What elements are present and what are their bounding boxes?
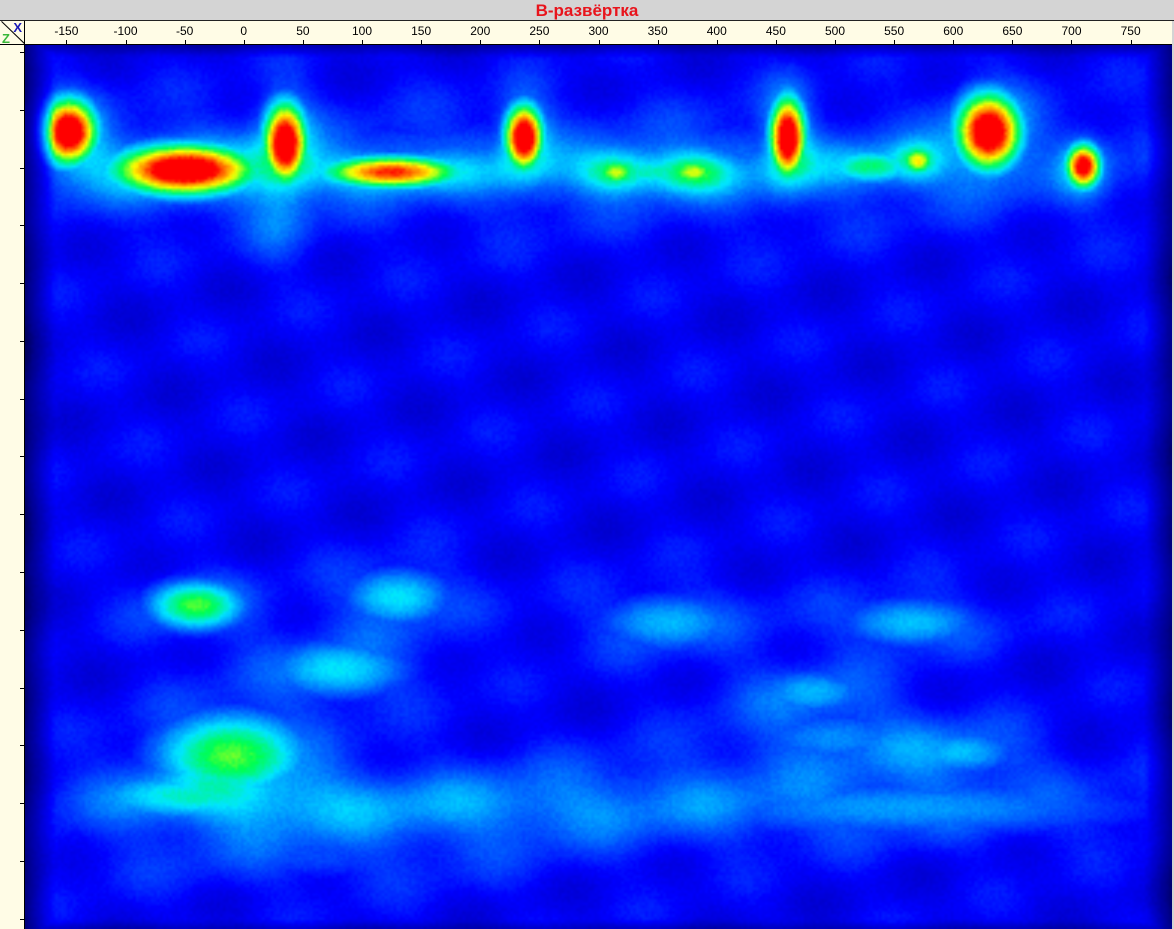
z-tick-mark bbox=[20, 745, 24, 746]
x-tick-mark bbox=[244, 40, 245, 44]
x-tick-label: -50 bbox=[176, 24, 193, 38]
x-tick-mark bbox=[421, 40, 422, 44]
x-tick-label: 50 bbox=[296, 24, 309, 38]
x-tick-label: -150 bbox=[54, 24, 78, 38]
z-tick-mark bbox=[20, 110, 24, 111]
x-tick-label: 550 bbox=[884, 24, 904, 38]
x-tick-label: 100 bbox=[352, 24, 372, 38]
x-tick-label: 750 bbox=[1121, 24, 1141, 38]
x-tick-mark bbox=[1071, 40, 1072, 44]
x-tick-label: 650 bbox=[1002, 24, 1022, 38]
x-tick-label: -100 bbox=[113, 24, 137, 38]
x-tick-label: 700 bbox=[1061, 24, 1081, 38]
x-tick-mark bbox=[1012, 40, 1013, 44]
x-tick-mark bbox=[362, 40, 363, 44]
z-tick-mark bbox=[20, 688, 24, 689]
z-axis: 0501001502002503003504004505005506006507… bbox=[0, 45, 25, 929]
z-tick-mark bbox=[20, 225, 24, 226]
x-tick-mark bbox=[1131, 40, 1132, 44]
x-tick-label: 450 bbox=[766, 24, 786, 38]
z-tick-mark bbox=[20, 341, 24, 342]
z-tick-mark bbox=[20, 919, 24, 920]
x-tick-mark bbox=[658, 40, 659, 44]
chart-title: B-развёртка bbox=[0, 1, 1174, 20]
z-tick-mark bbox=[20, 283, 24, 284]
x-tick-mark bbox=[599, 40, 600, 44]
z-tick-mark bbox=[20, 52, 24, 53]
z-tick-mark bbox=[20, 803, 24, 804]
b-scan-window: B-развёртка X Z -150-100-500501001502002… bbox=[0, 0, 1174, 929]
heatmap-canvas[interactable] bbox=[25, 45, 1172, 929]
x-tick-mark bbox=[126, 40, 127, 44]
x-tick-mark bbox=[953, 40, 954, 44]
z-tick-mark bbox=[20, 630, 24, 631]
x-tick-label: 500 bbox=[825, 24, 845, 38]
z-tick-mark bbox=[20, 168, 24, 169]
x-axis: -150 -100 -50 0 50 100 150 200 250 300 350 400 450 50… bbox=[25, 21, 1172, 45]
axis-corner: X Z bbox=[0, 21, 25, 45]
x-tick-mark bbox=[894, 40, 895, 44]
z-axis-label: Z bbox=[2, 31, 10, 45]
x-tick-label: 400 bbox=[707, 24, 727, 38]
x-tick-mark bbox=[303, 40, 304, 44]
z-tick-mark bbox=[20, 399, 24, 400]
x-tick-label: 600 bbox=[943, 24, 963, 38]
x-tick-label: 300 bbox=[588, 24, 608, 38]
z-tick-mark bbox=[20, 861, 24, 862]
title-bar: B-развёртка bbox=[0, 0, 1174, 21]
heatmap-plot[interactable] bbox=[25, 45, 1172, 929]
z-tick-mark bbox=[20, 456, 24, 457]
x-tick-label: 0 bbox=[240, 24, 247, 38]
x-tick-mark bbox=[480, 40, 481, 44]
x-tick-label: 350 bbox=[648, 24, 668, 38]
x-tick-mark bbox=[185, 40, 186, 44]
x-tick-label: 250 bbox=[529, 24, 549, 38]
z-tick-mark bbox=[20, 514, 24, 515]
x-tick-mark bbox=[539, 40, 540, 44]
x-tick-mark bbox=[835, 40, 836, 44]
x-tick-label: 200 bbox=[470, 24, 490, 38]
x-tick-mark bbox=[717, 40, 718, 44]
x-tick-label: 150 bbox=[411, 24, 431, 38]
z-tick-mark bbox=[20, 572, 24, 573]
x-tick-mark bbox=[66, 40, 67, 44]
x-tick-mark bbox=[776, 40, 777, 44]
x-axis-label: X bbox=[13, 21, 22, 35]
